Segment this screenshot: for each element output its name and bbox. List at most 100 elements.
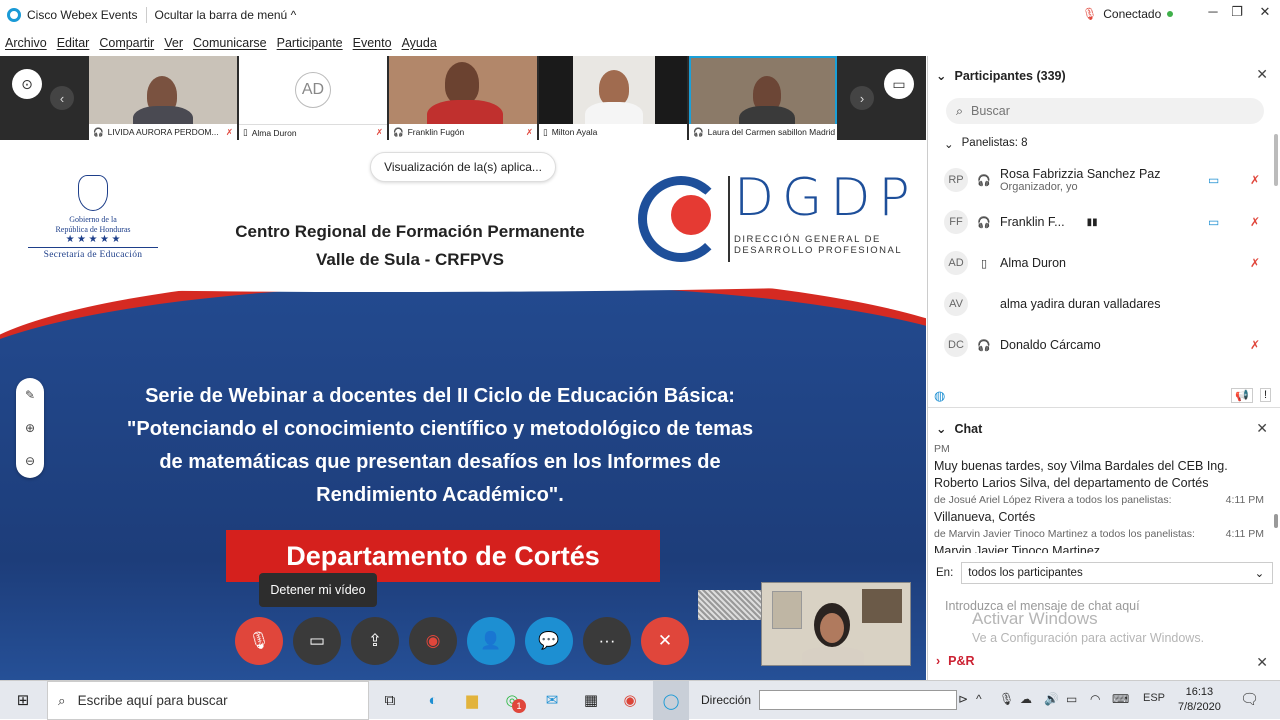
system-clock[interactable]: 16:13 7/8/2020: [1178, 685, 1221, 715]
menu-comunicarse[interactable]: Comunicarse: [193, 36, 267, 50]
search-icon: ⌕: [956, 103, 964, 118]
microphone-icon[interactable]: 🎙: [999, 692, 1014, 706]
close-qa-button[interactable]: ✕: [1256, 654, 1268, 671]
tray-expand-icon[interactable]: ^: [976, 692, 982, 706]
hide-menu-bar-button[interactable]: Ocultar la barra de menú ^: [155, 8, 297, 22]
seal-line-1: Gobierno de la: [69, 215, 117, 224]
panelists-group[interactable]: ⌄ Panelistas: 8: [944, 137, 1028, 151]
chevron-right-icon: ›: [936, 654, 941, 668]
participant-row[interactable]: RP 🎧 Rosa Fabrizzia Sanchez Paz Organiza…: [944, 162, 1264, 198]
edge-icon[interactable]: ◐: [421, 689, 445, 711]
participant-search[interactable]: ⌕: [946, 98, 1264, 124]
battery-icon[interactable]: ▭: [1066, 692, 1077, 706]
mute-button[interactable]: 🎙: [235, 617, 283, 665]
strip-prev-button[interactable]: ‹: [50, 86, 74, 110]
participant-row[interactable]: AD ▯ Alma Duron ✗: [944, 245, 1264, 281]
chrome-icon[interactable]: ◉: [618, 689, 642, 711]
recipient-select[interactable]: todos los participantes ⌄: [961, 562, 1274, 584]
video-thumbnail[interactable]: 🎧 LIVIDA AURORA PERDOM... ✗: [89, 56, 237, 140]
participant-name: Donaldo Cárcamo: [1000, 338, 1101, 352]
menu-ver[interactable]: Ver: [164, 36, 183, 50]
menu-participante[interactable]: Participante: [277, 36, 343, 50]
file-explorer-icon[interactable]: ▆: [460, 689, 484, 711]
stop-video-button[interactable]: ▭: [293, 617, 341, 665]
keyboard-icon[interactable]: ⌨: [1112, 692, 1129, 706]
store-icon[interactable]: ▦: [579, 689, 603, 711]
announce-icon[interactable]: 📢: [1231, 388, 1253, 403]
menu-editar[interactable]: Editar: [57, 36, 90, 50]
address-input[interactable]: [759, 690, 958, 710]
cloud-icon[interactable]: ☁: [1020, 692, 1032, 706]
mic-muted-icon[interactable]: ✗: [1250, 215, 1260, 229]
participant-name: Rosa Fabrizzia Sanchez Paz: [1000, 167, 1161, 181]
qa-header[interactable]: › P&R: [936, 654, 1276, 668]
zoom-in-icon[interactable]: ⊕: [16, 411, 44, 444]
participant-row[interactable]: DC 🎧 Donaldo Cárcamo ✗: [944, 327, 1264, 363]
participants-icon: 👤: [480, 631, 502, 650]
mic-muted-icon[interactable]: ✗: [1250, 338, 1260, 352]
view-options-button[interactable]: ▭: [884, 69, 914, 99]
seal-stars: ★ ★ ★ ★ ★: [65, 234, 121, 245]
menu-compartir[interactable]: Compartir: [99, 36, 154, 50]
close-participants-button[interactable]: ✕: [1256, 66, 1268, 83]
maximize-button[interactable]: ❐: [1224, 4, 1250, 24]
address-label: Dirección: [701, 693, 752, 707]
video-on-icon[interactable]: ▭: [1208, 215, 1219, 229]
participants-header[interactable]: ⌄ Participantes (339): [936, 68, 1066, 84]
wifi-icon[interactable]: ◠: [1090, 692, 1100, 706]
video-thumbnail[interactable]: 🎧 Franklin Fugón ✗: [389, 56, 537, 140]
webex-logo-icon: [7, 8, 21, 22]
record-button[interactable]: ◉: [409, 617, 457, 665]
mic-muted-icon[interactable]: ✗: [1250, 173, 1260, 187]
share-button[interactable]: ⇪: [351, 617, 399, 665]
task-view-icon[interactable]: ⧉: [378, 689, 402, 711]
menu-archivo[interactable]: Archivo: [5, 36, 47, 50]
chat-button[interactable]: 💬: [525, 617, 573, 665]
view-application-pill[interactable]: Visualización de la(s) aplica...: [370, 152, 556, 182]
windows-start-icon[interactable]: ⊞: [11, 689, 35, 711]
participants-button[interactable]: 👤: [467, 617, 515, 665]
shared-content-area: Visualización de la(s) aplica... Gobiern…: [0, 140, 926, 680]
record-icon: ◉: [425, 631, 441, 650]
participants-scrollbar[interactable]: [1274, 134, 1278, 186]
address-go-icon[interactable]: ⊳: [958, 692, 968, 706]
annotate-pen-icon[interactable]: ✎: [16, 378, 44, 411]
app-title: Cisco Webex Events: [27, 8, 138, 22]
leave-button[interactable]: ✕: [641, 617, 689, 665]
webex-taskbar-icon[interactable]: ◯: [653, 681, 689, 720]
center-title-line-2: Valle de Sula - CRFPVS: [315, 250, 504, 269]
menu-ayuda[interactable]: Ayuda: [402, 36, 437, 50]
video-thumbnail[interactable]: AD ▯ Alma Duron ✗: [239, 56, 387, 140]
more-options-button[interactable]: ···: [583, 617, 631, 665]
headset-icon: 🎧: [693, 126, 704, 137]
video-on-icon[interactable]: ▭: [1208, 173, 1219, 187]
video-thumbnail-selected[interactable]: 🎧 Laura del Carmen sabillon Madrid: [689, 56, 837, 140]
layout-toggle-button[interactable]: ⊙: [12, 69, 42, 99]
mail-icon[interactable]: ✉: [540, 689, 564, 711]
participant-row[interactable]: AV alma yadira duran valladares: [944, 286, 1264, 322]
participant-row[interactable]: FF 🎧 Franklin F... ▮▮ ▭ ✗: [944, 204, 1264, 240]
close-window-button[interactable]: ✕: [1252, 4, 1278, 24]
speaker-icon[interactable]: 🔊: [1044, 692, 1059, 706]
language-indicator[interactable]: ESP: [1143, 692, 1165, 704]
center-title: Centro Regional de Formación Permanente …: [200, 218, 620, 274]
chat-scrollbar[interactable]: [1274, 514, 1278, 528]
close-chat-button[interactable]: ✕: [1256, 420, 1268, 437]
title-bar: Cisco Webex Events Ocultar la barra de m…: [0, 0, 1280, 30]
close-icon: ✕: [657, 631, 673, 650]
mic-muted-icon[interactable]: ✗: [1250, 256, 1260, 270]
alert-icon[interactable]: !: [1259, 388, 1271, 402]
video-thumbnail[interactable]: ▯ Milton Ayala: [539, 56, 687, 140]
self-view-video[interactable]: [761, 582, 911, 666]
notifications-icon[interactable]: 🗨: [1240, 690, 1259, 708]
title-separator: [145, 7, 147, 23]
chat-header[interactable]: ⌄ Chat: [936, 421, 982, 437]
thumbnail-name: LIVIDA AURORA PERDOM...: [107, 127, 219, 137]
avatar: AD: [295, 72, 331, 108]
zoom-out-icon[interactable]: ⊖: [16, 444, 44, 477]
taskbar-search[interactable]: ⌕ Escribe aquí para buscar: [47, 681, 369, 720]
menu-evento[interactable]: Evento: [353, 36, 392, 50]
strip-next-button[interactable]: ›: [850, 86, 874, 110]
minimize-button[interactable]: ─: [1200, 4, 1226, 24]
search-input[interactable]: [971, 104, 1232, 118]
